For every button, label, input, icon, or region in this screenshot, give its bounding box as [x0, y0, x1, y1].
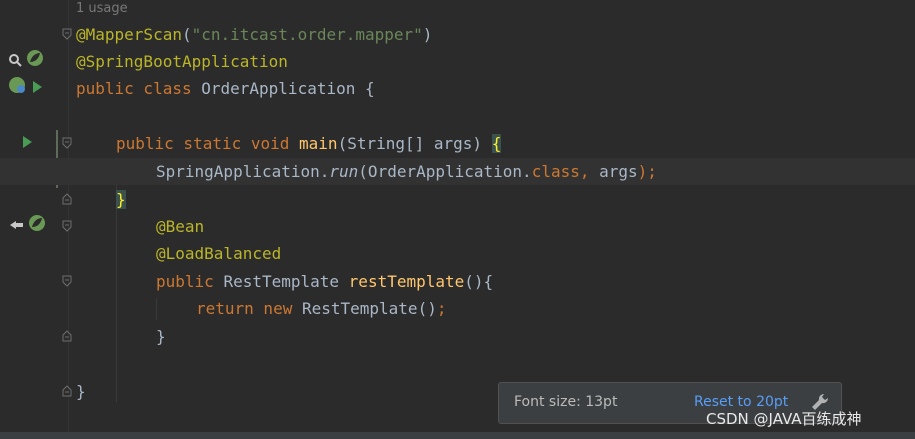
watermark: CSDN @JAVA百练成神	[706, 410, 862, 428]
code-line[interactable]: @LoadBalanced	[0, 240, 915, 267]
code-line[interactable]: public class OrderApplication {	[0, 75, 915, 102]
search-icon[interactable]	[8, 48, 22, 75]
code-line-current[interactable]: SpringApplication.run(OrderApplication.c…	[0, 158, 915, 185]
font-size-label: Font size: 13pt	[514, 394, 618, 410]
code-line[interactable]: @Bean	[0, 213, 915, 240]
fold-marker[interactable]	[62, 385, 72, 397]
run-icon[interactable]	[20, 130, 34, 157]
implement-icon[interactable]	[8, 213, 24, 240]
code-line[interactable]: return new RestTemplate();	[0, 295, 915, 322]
fold-marker[interactable]	[62, 137, 72, 149]
code-line[interactable]: @SpringBootApplication	[0, 48, 915, 75]
fold-marker[interactable]	[62, 193, 72, 205]
spring-bean-icon[interactable]	[28, 213, 46, 240]
code-line[interactable]: }	[0, 323, 915, 350]
code-line[interactable]: @MapperScan("cn.itcast.order.mapper")	[0, 21, 915, 48]
spring-bean-icon[interactable]	[26, 48, 44, 75]
code-line[interactable]: public RestTemplate restTemplate(){	[0, 268, 915, 295]
code-line[interactable]: public static void main(String[] args) {	[0, 130, 915, 157]
spring-bean-icon[interactable]	[8, 75, 26, 102]
scrollbar-track[interactable]	[0, 432, 915, 439]
fold-marker[interactable]	[62, 275, 72, 287]
code-line[interactable]: }	[0, 186, 915, 213]
usage-hint[interactable]: 1 usage	[76, 0, 128, 18]
fold-marker[interactable]	[62, 28, 72, 40]
fold-marker[interactable]	[62, 220, 72, 232]
fold-marker[interactable]	[62, 330, 72, 342]
run-icon[interactable]	[30, 75, 44, 102]
code-editor[interactable]: 1 usage @MapperScan("cn.itcast.order.map…	[0, 0, 915, 439]
